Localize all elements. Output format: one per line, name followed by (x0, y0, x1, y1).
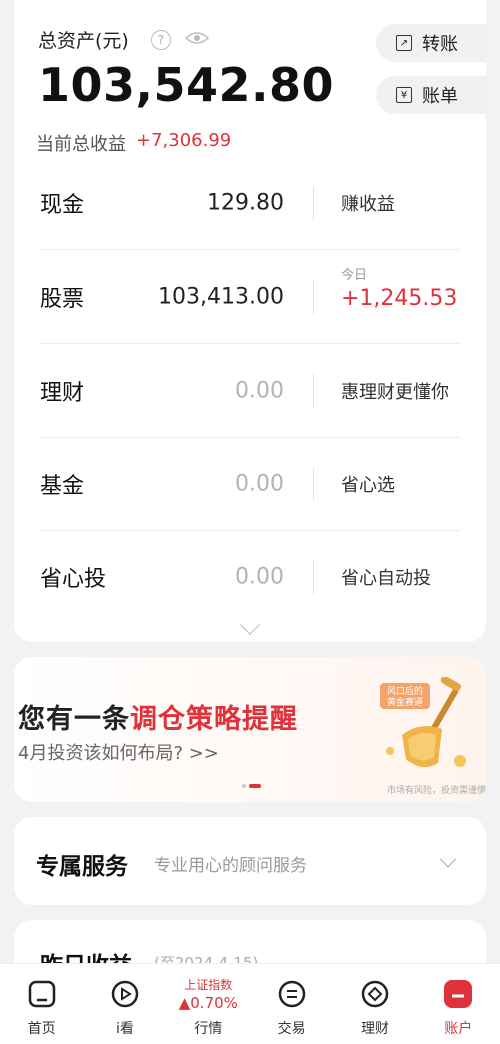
badge-line2: 黄金赛道 (387, 696, 423, 708)
badge-line1: 风口后的 (387, 685, 423, 697)
chevron-down-icon[interactable] (439, 850, 457, 868)
pager-dot (242, 784, 246, 788)
asset-value: 129.80 (207, 190, 284, 215)
exchange-icon (276, 978, 308, 1010)
asset-name: 现金 (40, 192, 85, 218)
asset-value: 0.00 (235, 564, 284, 590)
divider (313, 280, 314, 314)
tab-label: 理财 (360, 1021, 389, 1037)
account-icon (442, 978, 474, 1010)
asset-name: 股票 (40, 286, 85, 312)
banner-pager (242, 784, 261, 788)
tab-trade[interactable]: 交易 (250, 964, 333, 1044)
index-name: 上证指数 (184, 978, 233, 992)
total-profit-label: 当前总收益 (36, 134, 126, 155)
tab-label: 账户 (444, 1021, 473, 1037)
banner-subtitle: 4月投资该如何布局? >> (18, 743, 219, 764)
question-circle-icon[interactable]: ? (150, 29, 171, 50)
tab-market[interactable]: 上证指数 ▲0.70% 行情 (167, 964, 250, 1044)
asset-card: 总资产(元) ? 103,542.80 当前总收益 +7,306.99 ↗ 转账… (14, 0, 486, 642)
eye-icon[interactable] (184, 30, 209, 50)
asset-side-link[interactable]: 省心自动投 (341, 564, 431, 590)
asset-side-link[interactable]: 赚收益 (341, 190, 395, 216)
today-label: 今日 (341, 268, 368, 283)
asset-row-wealth[interactable]: 理财 0.00 惠理财更懂你 (40, 344, 460, 438)
tab-label: 首页 (27, 1021, 56, 1037)
total-profit-value: +7,306.99 (136, 130, 232, 151)
banner-title-highlight: 调仓策略提醒 (130, 704, 298, 735)
asset-side-link[interactable]: 省心选 (341, 471, 395, 497)
divider (313, 467, 314, 501)
play-icon (109, 978, 141, 1010)
divider (313, 186, 314, 220)
diamond-icon (359, 978, 391, 1010)
bottom-tab-bar: 首页 i看 上证指数 ▲0.70% 行情 交易 理财 账户 (0, 963, 500, 1044)
transfer-label: 转账 (422, 34, 458, 55)
index-value: ▲0.70% (178, 994, 238, 1012)
banner-title: 您有一条调仓策略提醒 (18, 697, 298, 736)
tab-ikan[interactable]: i看 (83, 964, 166, 1044)
bill-icon: ¥ (396, 87, 412, 103)
home-icon (26, 978, 58, 1010)
risk-note: 市场有风险，投资需谨慎 (386, 786, 486, 796)
asset-title-row: 总资产(元) ? (38, 26, 209, 53)
tab-label: 行情 (194, 1021, 223, 1037)
service-desc: 专业用心的顾问服务 (154, 856, 307, 876)
asset-title: 总资产(元) (38, 30, 129, 52)
asset-name: 省心投 (40, 567, 107, 592)
banner-title-prefix: 您有一条 (18, 704, 130, 735)
asset-row-auto-invest[interactable]: 省心投 0.00 省心自动投 (40, 530, 460, 624)
service-title: 专属服务 (36, 854, 128, 880)
asset-name: 理财 (40, 380, 85, 406)
asset-value: 0.00 (235, 471, 284, 496)
divider (313, 374, 314, 408)
exclusive-service-card[interactable]: 专属服务 专业用心的顾问服务 (14, 817, 486, 905)
asset-row-stock[interactable]: 股票 103,413.00 今日 +1,245.53 (40, 250, 460, 344)
pager-dot-active (249, 784, 261, 788)
transfer-icon: ↗ (396, 35, 412, 51)
asset-name: 基金 (40, 473, 85, 499)
tab-label: i看 (116, 1021, 134, 1037)
total-profit-row: 当前总收益 +7,306.99 (36, 130, 231, 156)
asset-value: 103,413.00 (158, 284, 284, 309)
today-profit-value: +1,245.53 (341, 286, 458, 311)
tab-label: 交易 (277, 1021, 306, 1037)
asset-side-link[interactable]: 惠理财更懂你 (341, 378, 449, 404)
bill-label: 账单 (422, 86, 458, 107)
strategy-banner[interactable]: 您有一条调仓策略提醒 4月投资该如何布局? >> 风口后的 黄金赛道 市场有风险… (14, 657, 486, 802)
bill-button[interactable]: ¥ 账单 (376, 76, 486, 114)
tab-home[interactable]: 首页 (0, 964, 83, 1044)
divider (313, 560, 314, 594)
asset-value: 0.00 (235, 378, 284, 403)
golden-shovel-icon: 风口后的 黄金赛道 (380, 677, 466, 768)
tab-wealth[interactable]: 理财 (333, 964, 416, 1044)
asset-row-cash[interactable]: 现金 129.80 赚收益 (40, 156, 460, 250)
total-assets-value: 103,542.80 (38, 58, 335, 112)
transfer-button[interactable]: ↗ 转账 (376, 24, 486, 62)
tab-account[interactable]: 账户 (417, 964, 500, 1044)
asset-row-fund[interactable]: 基金 0.00 省心选 (40, 437, 460, 531)
